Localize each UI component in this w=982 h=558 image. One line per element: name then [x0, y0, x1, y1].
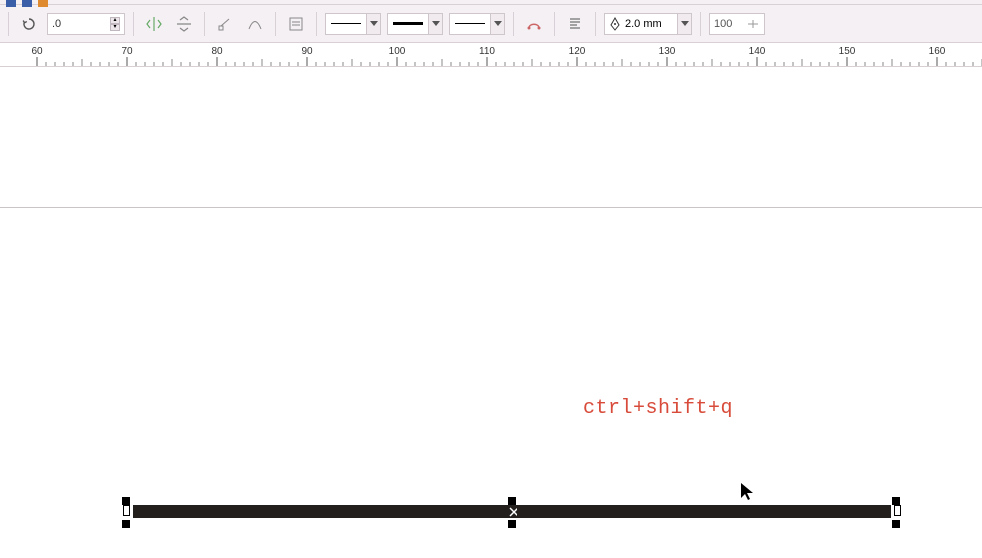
color-swatch-icon: [22, 0, 32, 7]
pen-nib-icon: [609, 17, 621, 31]
ruler-label: 90: [301, 46, 313, 57]
opacity-slider-icon: [746, 17, 760, 31]
separator: [133, 12, 134, 36]
property-bar: .0 ▴ ▾: [0, 5, 982, 43]
ruler-label: 120: [569, 46, 586, 57]
rotation-spin-up[interactable]: ▴: [110, 17, 120, 24]
line-style-selector[interactable]: [387, 13, 443, 35]
separator: [275, 12, 276, 36]
separator: [8, 12, 9, 36]
opacity-input[interactable]: 100: [709, 13, 765, 35]
ruler-label: 160: [929, 46, 946, 57]
line-preview-icon: [393, 22, 423, 25]
mirror-horizontal-button[interactable]: [142, 12, 166, 36]
separator: [204, 12, 205, 36]
rotation-spin-down[interactable]: ▾: [110, 24, 120, 31]
ruler-label: 140: [749, 46, 766, 57]
mirror-horizontal-icon: [146, 16, 162, 32]
canvas[interactable]: ctrl+shift+q: [0, 67, 982, 558]
rotation-value: .0: [52, 18, 106, 30]
ruler-label: 60: [31, 46, 43, 57]
page-boundary: [0, 207, 982, 208]
ruler-label: 100: [389, 46, 406, 57]
outline-width-selector[interactable]: [604, 13, 692, 35]
close-curve-icon: [526, 16, 542, 32]
dropdown-icon[interactable]: [677, 14, 691, 34]
ruler-label: 110: [479, 46, 495, 57]
color-swatch-icon: [38, 0, 48, 7]
selection-handle-bottom-middle[interactable]: [508, 520, 516, 528]
selection-handle-top-middle[interactable]: [508, 497, 516, 505]
line-preview-icon: [331, 23, 361, 24]
outline-width-input[interactable]: [625, 18, 673, 30]
close-curve-button[interactable]: [522, 12, 546, 36]
separator: [700, 12, 701, 36]
color-swatch-icon: [6, 0, 16, 7]
ruler-label: 150: [839, 46, 856, 57]
dropdown-icon[interactable]: [366, 14, 380, 34]
wrap-icon: [288, 16, 304, 32]
paragraph-icon: [567, 16, 583, 32]
rotate-ccw-icon: [21, 16, 37, 32]
cursor-icon: [740, 482, 754, 505]
selection-handle-middle-left[interactable]: [124, 506, 129, 515]
dropdown-icon[interactable]: [490, 14, 504, 34]
separator: [316, 12, 317, 36]
mirror-vertical-button[interactable]: [172, 12, 196, 36]
selection-handle-middle-right[interactable]: [895, 506, 900, 515]
opacity-value: 100: [714, 18, 742, 30]
selection-center-icon: [509, 508, 517, 516]
ruler-label: 80: [211, 46, 223, 57]
shortcut-annotation: ctrl+shift+q: [583, 397, 733, 420]
separator: [554, 12, 555, 36]
selection-handle-top-right[interactable]: [892, 497, 900, 505]
selection-handle-bottom-left[interactable]: [122, 520, 130, 528]
wrap-text-button[interactable]: [284, 12, 308, 36]
text-wrap-button[interactable]: [563, 12, 587, 36]
node-edit-button[interactable]: [213, 12, 237, 36]
horizontal-ruler[interactable]: 60 70 80 90 100 110 120 130 140 150 160: [0, 43, 982, 67]
selection-handle-bottom-right[interactable]: [892, 520, 900, 528]
ruler-label: 130: [659, 46, 676, 57]
rotation-input[interactable]: .0 ▴ ▾: [47, 13, 125, 35]
start-arrowhead-selector[interactable]: [325, 13, 381, 35]
separator: [513, 12, 514, 36]
mirror-vertical-icon: [176, 16, 192, 32]
node-icon: [217, 16, 233, 32]
curve-icon: [247, 16, 263, 32]
dropdown-icon[interactable]: [428, 14, 442, 34]
line-preview-icon: [455, 23, 485, 24]
separator: [595, 12, 596, 36]
rotate-ccw-button[interactable]: [17, 12, 41, 36]
curve-edit-button[interactable]: [243, 12, 267, 36]
ruler-label: 70: [121, 46, 133, 57]
selection-handle-top-left[interactable]: [122, 497, 130, 505]
end-arrowhead-selector[interactable]: [449, 13, 505, 35]
